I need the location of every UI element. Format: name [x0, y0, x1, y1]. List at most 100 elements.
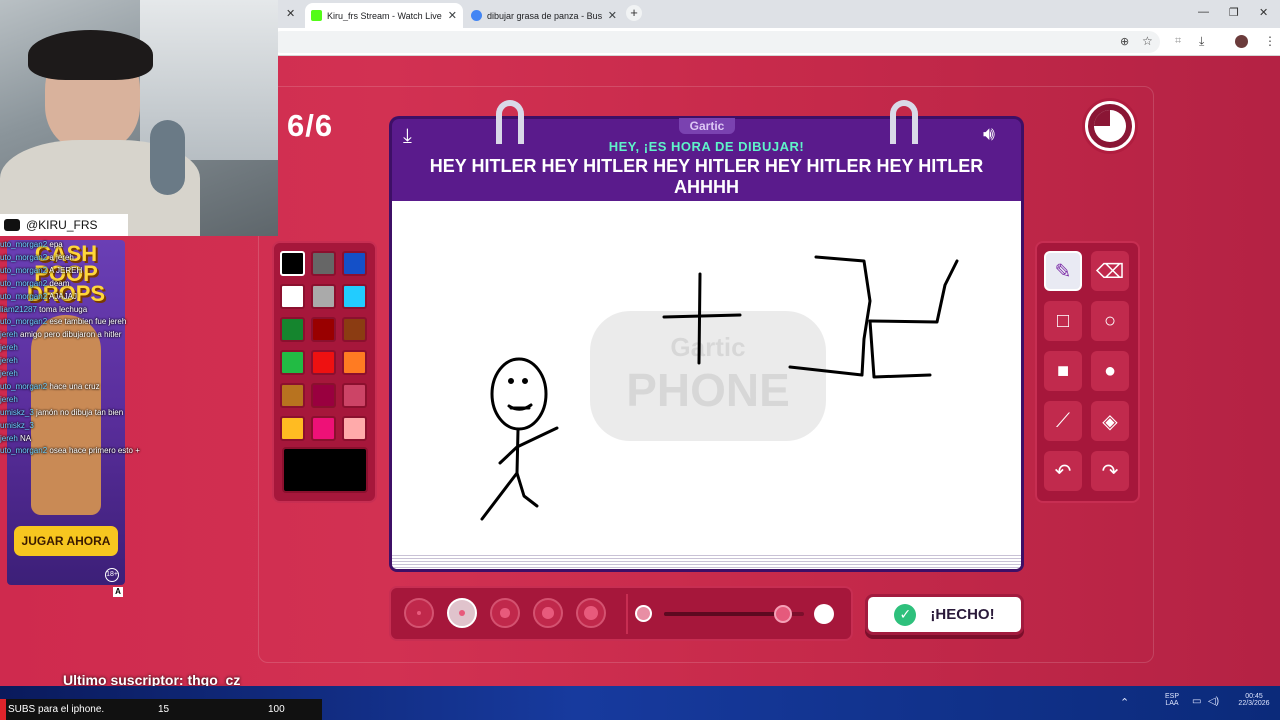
chat-username: jereh: [0, 394, 18, 404]
fill-bucket-tool-button[interactable]: ◈: [1091, 401, 1129, 441]
ellipse-fill-tool-button[interactable]: ●: [1091, 351, 1129, 391]
color-swatch[interactable]: [342, 284, 367, 309]
chat-message: umiskz_3: [0, 421, 34, 430]
zoom-icon[interactable]: ⊕: [1120, 35, 1129, 48]
chat-message: jereh: [0, 369, 18, 378]
color-swatch[interactable]: [311, 251, 336, 276]
tray-chevron-icon[interactable]: ⌃: [1120, 696, 1129, 709]
tab-close-icon[interactable]: ✕: [608, 9, 617, 22]
google-favicon-icon: [471, 10, 482, 21]
color-swatch[interactable]: [280, 350, 305, 375]
tab-close-icon[interactable]: ✕: [448, 9, 457, 22]
color-swatch[interactable]: [342, 350, 367, 375]
line-tool-button[interactable]: ⟋: [1044, 401, 1082, 441]
brush-size-button[interactable]: [404, 598, 434, 628]
download-icon[interactable]: ⤓: [1199, 34, 1204, 49]
chat-username: jereh: [0, 369, 18, 378]
chat-message: uto_morgan2 A JEREH: [0, 266, 82, 275]
ellipse-outline-tool-button[interactable]: ○: [1091, 301, 1129, 341]
chat-username: uto_morgan2: [0, 278, 48, 288]
binder-ring-right: [890, 100, 918, 144]
translate-icon[interactable]: ⌗: [1175, 35, 1181, 48]
restore-icon[interactable]: ❐: [1229, 6, 1239, 19]
chat-text: toma lechuga: [36, 304, 88, 314]
chat-text: epa: [47, 240, 63, 249]
chat-message: jereh: [0, 356, 18, 365]
chat-username: uto_morgan2: [0, 240, 48, 249]
ticker-count: 15: [158, 704, 170, 715]
chat-message: jereh NA: [0, 434, 31, 443]
binder-ring-left: [496, 100, 524, 144]
eraser-tool-button[interactable]: ⌫: [1091, 251, 1129, 291]
ad-choices-icon[interactable]: A: [113, 587, 123, 597]
color-swatch[interactable]: [311, 350, 336, 375]
clock[interactable]: 00:45 22/3/2026: [1232, 693, 1276, 707]
color-swatch[interactable]: [311, 383, 336, 408]
chat-text: deam: [47, 278, 70, 288]
close-window-icon[interactable]: ✕: [1259, 6, 1268, 19]
check-icon: ✓: [894, 603, 917, 626]
color-swatch[interactable]: [280, 383, 305, 408]
brush-size-dot: [416, 610, 422, 616]
color-swatch[interactable]: [342, 251, 367, 276]
play-now-button[interactable]: JUGAR AHORA: [14, 526, 118, 556]
divider: [626, 594, 628, 634]
chat-message: jereh amigo pero dibujaron a hitler: [0, 330, 121, 339]
menu-kebab-icon[interactable]: ⋮: [1264, 34, 1276, 48]
color-swatch[interactable]: [280, 416, 305, 441]
chat-message: liam21287 toma lechuga: [0, 305, 87, 314]
tab-kick-stream[interactable]: Kiru_frs Stream - Watch Live on ✕: [305, 3, 463, 28]
chat-message: uto_morgan2 a jereh: [0, 253, 74, 262]
brush-size-button[interactable]: [490, 598, 520, 628]
tab-close-icon[interactable]: ✕: [286, 7, 295, 20]
chat-message: jereh: [0, 395, 18, 404]
chat-message: uto_morgan2 deam: [0, 279, 69, 288]
volume-icon[interactable]: ◁): [1208, 696, 1219, 707]
redo-button[interactable]: ↷: [1091, 451, 1129, 491]
streamer-handle: @KIRU_FRS: [0, 214, 128, 236]
color-swatch[interactable]: [342, 383, 367, 408]
chat-username: umiskz_3: [0, 420, 34, 430]
profile-avatar[interactable]: [1235, 35, 1248, 48]
gartic-logo: Gartic: [679, 118, 735, 134]
chat-username: liam21287: [0, 304, 37, 314]
color-swatch[interactable]: [311, 284, 336, 309]
language-indicator[interactable]: ESP LAA: [1160, 693, 1184, 707]
rectangle-fill-tool-button[interactable]: ■: [1044, 351, 1082, 391]
network-icon[interactable]: ▭: [1192, 696, 1201, 707]
canvas-page-edge: [392, 553, 1021, 569]
opacity-low-icon: [635, 605, 652, 622]
done-button[interactable]: ✓ ¡HECHO!: [865, 594, 1024, 635]
minimize-icon[interactable]: —: [1198, 6, 1209, 18]
chat-username: uto_morgan2: [0, 317, 48, 327]
brush-size-button[interactable]: [533, 598, 563, 628]
color-swatch[interactable]: [342, 416, 367, 441]
streamer-hair: [28, 30, 153, 80]
brush-size-dot: [458, 609, 466, 617]
color-swatch[interactable]: [311, 317, 336, 342]
prompt-subtitle: HEY, ¡ES HORA DE DIBUJAR!: [608, 139, 805, 154]
brush-size-button[interactable]: [576, 598, 606, 628]
color-swatch[interactable]: [280, 284, 305, 309]
age-badge: 18+: [105, 568, 119, 582]
pencil-tool-button[interactable]: ✎: [1044, 251, 1082, 291]
brush-size-button[interactable]: [447, 598, 477, 628]
color-swatch[interactable]: [280, 317, 305, 342]
color-swatch[interactable]: [311, 416, 336, 441]
rectangle-outline-tool-button[interactable]: □: [1044, 301, 1082, 341]
color-swatch[interactable]: [280, 251, 305, 276]
address-bar[interactable]: [270, 31, 1160, 53]
chat-username: uto_morgan2: [0, 381, 48, 391]
chat-message: uto_morgan2 ese tambien fue jereh: [0, 317, 126, 326]
chat-username: uto_morgan2: [0, 446, 48, 456]
bookmark-star-icon[interactable]: ☆: [1142, 34, 1153, 48]
tab-google-search[interactable]: dibujar grasa de panza - Buscar ✕: [465, 3, 623, 28]
watermark-text-phone: PHONE: [626, 364, 790, 416]
chat-text: A JEREH: [47, 265, 83, 275]
opacity-slider-thumb[interactable]: [774, 605, 792, 623]
undo-button[interactable]: ↶: [1044, 451, 1082, 491]
new-tab-button[interactable]: +: [626, 5, 642, 21]
color-swatch[interactable]: [342, 317, 367, 342]
drawing-canvas[interactable]: Gartic PHONE: [389, 201, 1024, 572]
chat-message: uto_morgan2 hace una cruz: [0, 382, 100, 391]
